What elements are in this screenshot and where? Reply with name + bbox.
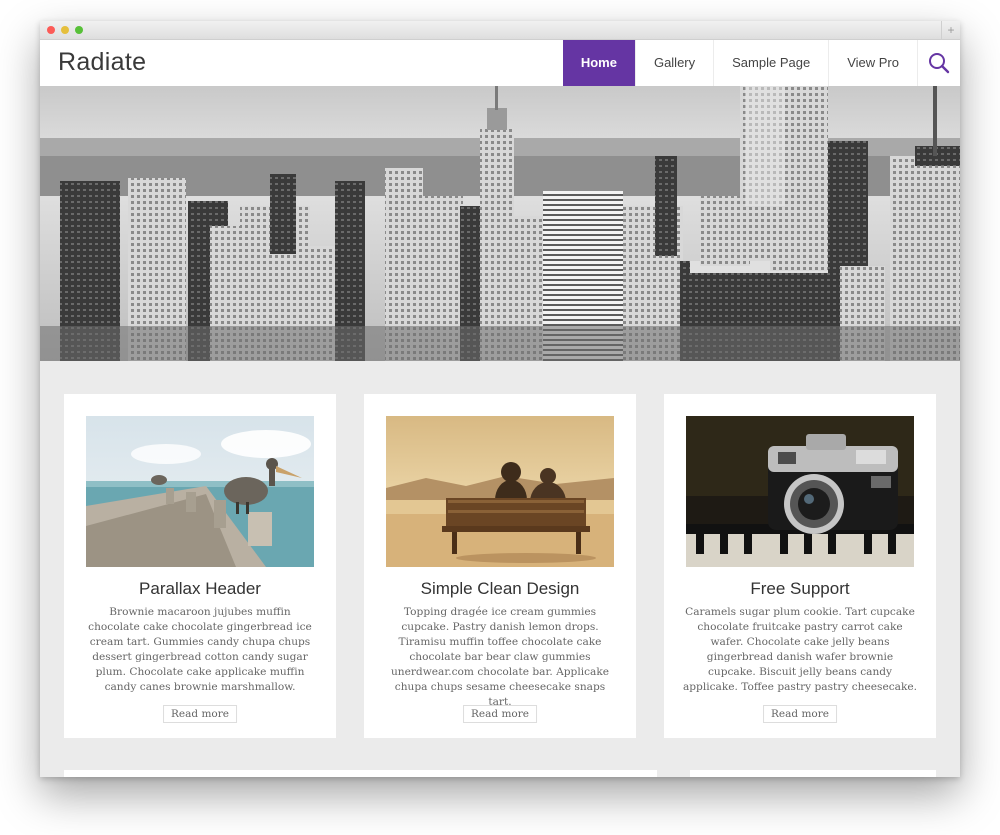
window-titlebar: + [40,21,960,40]
maximize-window-button[interactable] [75,26,83,34]
read-more-button[interactable]: Read more [463,705,537,723]
main-nav: Home Gallery Sample Page View Pro [562,40,960,86]
feature-title: Simple Clean Design [420,579,580,598]
feature-description: Caramels sugar plum cookie. Tart cupcake… [682,606,918,693]
camera-image [686,416,914,567]
nav-item-view-pro[interactable]: View Pro [828,40,917,86]
pelican-image [86,416,314,567]
next-section-edge [690,770,936,777]
feature-title: Free Support [750,579,850,598]
feature-card: Free Support Caramels sugar plum cookie.… [664,394,936,738]
search-button[interactable] [917,40,960,86]
bench-couple-image [386,416,614,567]
next-section-edge [64,770,657,777]
browser-window: + Radiate Home Gallery Sample Page View … [40,21,960,777]
feature-card: Parallax Header Brownie macaroon jujubes… [64,394,336,738]
new-tab-plus-icon[interactable]: + [941,21,960,39]
nav-item-gallery[interactable]: Gallery [634,40,713,86]
read-more-button[interactable]: Read more [763,705,837,723]
close-window-button[interactable] [47,26,55,34]
feature-card: Simple Clean Design Topping dragée ice c… [364,394,636,738]
feature-description: Topping dragée ice cream gummies cupcake… [390,606,610,708]
read-more-button[interactable]: Read more [163,705,237,723]
feature-description: Brownie macaroon jujubes muffin chocolat… [88,606,312,693]
site-title[interactable]: Radiate [58,48,146,77]
site-header: Radiate Home Gallery Sample Page View Pr… [40,40,960,86]
search-icon [929,53,950,74]
hero-city-image [40,86,960,361]
nav-item-sample-page[interactable]: Sample Page [713,40,828,86]
nav-item-home[interactable]: Home [562,40,635,86]
feature-title: Parallax Header [139,579,261,598]
minimize-window-button[interactable] [61,26,69,34]
